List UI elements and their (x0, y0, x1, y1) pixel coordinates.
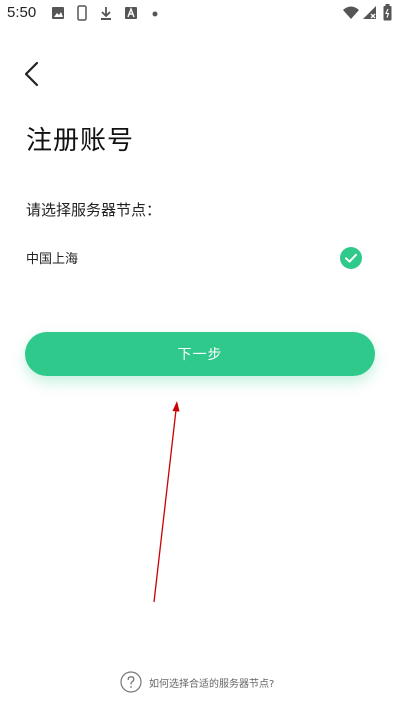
dot-icon (152, 11, 158, 17)
back-button[interactable] (14, 56, 50, 92)
phone-outline-icon (77, 5, 87, 21)
server-select-label: 请选择服务器节点： (26, 201, 162, 219)
chevron-left-icon (24, 61, 39, 87)
text-a-icon (125, 7, 137, 19)
status-time: 5:50 (7, 4, 37, 21)
download-icon (101, 7, 111, 20)
question-circle-icon (120, 671, 142, 693)
image-icon (52, 7, 64, 19)
next-button[interactable]: 下一步 (25, 332, 375, 376)
server-option-name: 中国上海 (26, 252, 79, 267)
help-text: 如何选择合适的服务器节点? (149, 678, 275, 690)
server-option-shanghai[interactable]: 中国上海 (18, 238, 374, 278)
help-link[interactable]: 如何选择合适的服务器节点? (120, 671, 274, 693)
wifi-icon (343, 6, 359, 19)
status-bar: 5:50 (0, 0, 400, 28)
battery-icon (383, 4, 392, 21)
check-circle-icon (340, 247, 362, 269)
page-title: 注册账号 (26, 126, 135, 156)
signal-icon (363, 6, 376, 19)
